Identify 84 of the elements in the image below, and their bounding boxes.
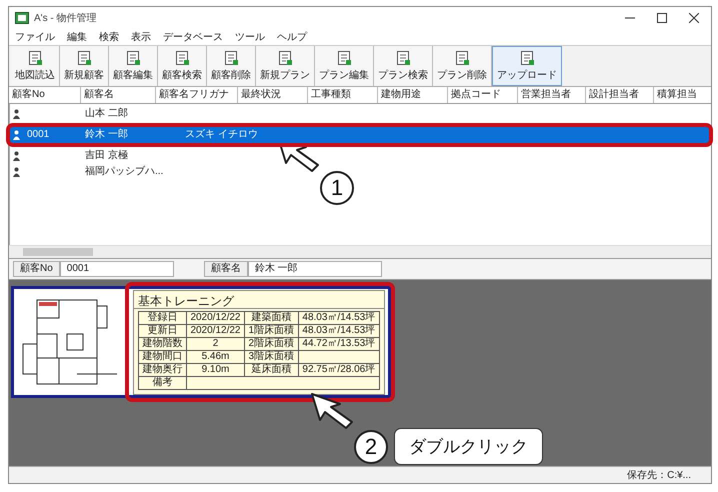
table-cell-text: 吉田 京極 (84, 148, 129, 163)
document-icon (125, 50, 141, 66)
toolbar-button[interactable]: プラン削除 (433, 46, 492, 86)
field-label: 顧客名 (204, 261, 248, 277)
table-cell: 建物奥行 (138, 363, 186, 376)
value-field: 0001 (60, 261, 174, 277)
table-cell: 44.72㎡/13.53坪 (298, 337, 380, 350)
toolbar-button[interactable]: 新規顧客 (60, 46, 109, 86)
column-header[interactable]: 顧客No (9, 87, 81, 103)
document-icon (395, 50, 411, 66)
table-cell: 登録日 (138, 311, 186, 324)
instruction-callout: ダブルクリック (394, 428, 543, 465)
table-cell: 建物間口 (138, 350, 186, 363)
table-cell-text: スズキ イチロウ (184, 128, 259, 142)
menu-item[interactable]: データベース (163, 30, 223, 44)
table-cell: 5.46m (186, 350, 245, 363)
table-cell: 48.03㎡/14.53坪 (298, 324, 380, 337)
menu-item[interactable]: ファイル (15, 30, 55, 44)
column-header[interactable]: 拠点コード (448, 87, 518, 103)
status-text: 保存先：C:¥... (627, 468, 691, 482)
table-cell: 48.03㎡/14.53坪 (298, 311, 380, 324)
toolbar-button[interactable]: 新規プラン (256, 46, 315, 86)
table-cell: 92.75㎡/28.06坪 (298, 363, 380, 376)
value-field: 鈴木 一郎 (248, 261, 382, 277)
app-icon (15, 12, 29, 24)
column-header[interactable]: 積算担当 (654, 87, 711, 103)
window-title: A's - 物件管理 (34, 12, 98, 25)
column-header[interactable]: 建物用途 (378, 87, 448, 103)
menu-item[interactable]: 検索 (99, 30, 119, 44)
plan-panel[interactable]: 基本トレーニング 登録日 2020/12/22 建築面積 48.03㎡/14.53坪 更新日 2020/12/22 1階床面積 48.03㎡/14.53坪 建物階数 2 2階床面積 44.72㎡/13.53坪 建物間口 5.46m 3階床面積 建物奥行 9.10m 延床面積 92.75㎡/28.06坪 備考 (11, 286, 391, 398)
table-cell-text: 山本 二郎 (84, 106, 129, 121)
person-icon (13, 130, 20, 140)
close-icon[interactable] (689, 13, 699, 23)
table-cell-text: 鈴木 一郎 (84, 128, 129, 142)
table-cell: 備考 (138, 376, 186, 389)
table-cell: 2階床面積 (244, 337, 298, 350)
document-icon (27, 50, 43, 66)
document-icon (277, 50, 293, 66)
table-cell: 2020/12/22 (186, 311, 245, 324)
table-cell: 建築面積 (244, 311, 298, 324)
column-header[interactable]: 設計担当者 (586, 87, 654, 103)
document-icon (454, 50, 470, 66)
table-cell: 9.10m (186, 363, 245, 376)
person-icon (13, 109, 20, 119)
column-header[interactable]: 工事種類 (308, 87, 378, 103)
column-header[interactable]: 顧客名 (81, 87, 156, 103)
document-icon (76, 50, 92, 66)
table-row[interactable]: 吉田 京極 (10, 148, 711, 164)
table-cell: 2020/12/22 (186, 324, 245, 337)
person-icon (13, 151, 20, 161)
column-header[interactable]: 最終状況 (238, 87, 308, 103)
toolbar-button[interactable]: アップロード (492, 46, 562, 86)
document-icon (336, 50, 352, 66)
table-cell: 延床面積 (244, 363, 298, 376)
table-cell-text: 0001 (26, 128, 50, 142)
toolbar-button[interactable]: 顧客検索 (158, 46, 207, 86)
step-number: 1 (320, 171, 354, 205)
table-cell: 更新日 (138, 324, 186, 337)
table-cell: 3階床面積 (244, 350, 298, 363)
step-number: 2 (354, 430, 388, 464)
toolbar-button[interactable]: プラン検索 (374, 46, 433, 86)
field-label: 顧客No (13, 261, 60, 277)
maximize-icon[interactable] (657, 13, 667, 23)
table-cell: 2 (186, 337, 245, 350)
menu-item[interactable]: 表示 (131, 30, 151, 44)
scrollbar-thumb[interactable] (23, 248, 93, 256)
column-header[interactable]: 顧客名フリガナ (156, 87, 238, 103)
person-icon (13, 167, 20, 177)
toolbar-button[interactable]: 顧客削除 (207, 46, 256, 86)
toolbar-button[interactable]: 地図読込 (11, 46, 60, 86)
table-row[interactable]: 山本 二郎 (10, 106, 711, 122)
document-icon (223, 50, 239, 66)
document-icon (174, 50, 190, 66)
document-icon (519, 50, 535, 66)
column-header[interactable]: 営業担当者 (518, 87, 586, 103)
menu-item[interactable]: ヘルプ (277, 30, 307, 44)
toolbar-button[interactable]: プラン編集 (315, 46, 374, 86)
menu-item[interactable]: ツール (235, 30, 265, 44)
table-cell: 1階床面積 (244, 324, 298, 337)
plan-title: 基本トレーニング (134, 290, 384, 308)
table-cell: 建物階数 (138, 337, 186, 350)
table-cell-text: 福岡パッシブハ... (84, 164, 164, 179)
menu-item[interactable]: 編集 (67, 30, 87, 44)
toolbar-button[interactable]: 顧客編集 (109, 46, 158, 86)
